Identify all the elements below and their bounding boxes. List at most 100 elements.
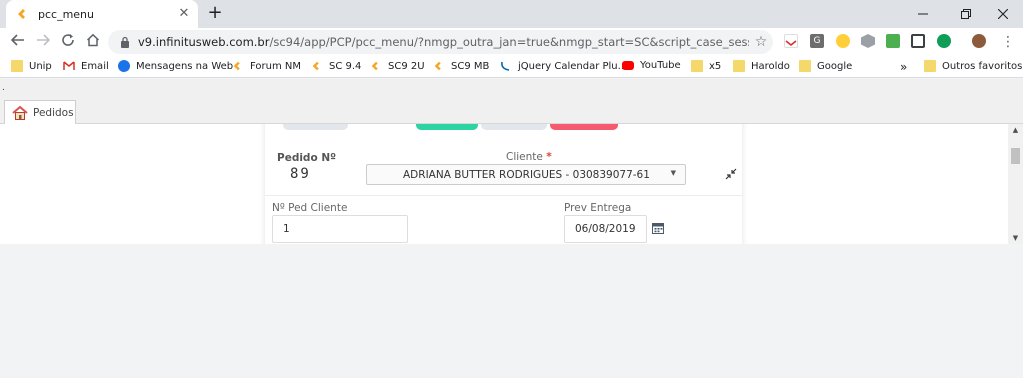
toolbar-button-red[interactable]: [550, 124, 618, 130]
toolbar-button-gray[interactable]: [283, 124, 348, 130]
required-marker: *: [546, 151, 552, 163]
bookmark-label: Forum NM: [250, 60, 301, 72]
bookmark-label: jQuery Calendar Plu...: [518, 60, 628, 72]
bookmark-label: Outros favoritos: [942, 60, 1023, 72]
url-text: v9.infinitusweb.com.br/sc94/app/PCP/pcc_…: [138, 35, 749, 49]
bookmark-item[interactable]: x5: [691, 60, 721, 72]
jquery-icon: [500, 60, 512, 72]
home-icon: [12, 105, 28, 120]
messages-icon: [118, 60, 130, 72]
bookmark-item[interactable]: SC 9.4: [311, 60, 361, 72]
bookmark-item[interactable]: Haroldo: [733, 60, 790, 72]
bookmark-label: Mensagens na Web: [136, 60, 234, 72]
cliente-select-value: ADRIANA BUTTER RODRIGUES - 030839077-61: [403, 168, 650, 181]
bookmark-star-icon[interactable]: ☆: [749, 34, 773, 50]
browser-tab[interactable]: pcc_menu ✕: [6, 0, 198, 28]
bookmark-label: YouTube: [640, 60, 681, 71]
prev-entrega-input[interactable]: 06/08/2019: [564, 215, 647, 243]
chrome-menu-icon[interactable]: ⋮: [998, 32, 1018, 52]
avatar[interactable]: [972, 34, 986, 48]
bookmark-label: Email: [81, 60, 109, 72]
tab-title: pcc_menu: [38, 7, 95, 21]
gmail-extension-icon[interactable]: [784, 34, 798, 48]
divider: [265, 195, 742, 196]
reload-icon[interactable]: [58, 32, 78, 52]
toolbar-button-gray[interactable]: [481, 124, 547, 130]
folder-icon: [733, 60, 745, 72]
gmail-icon: [63, 60, 75, 72]
app-header: . Pedidos: [0, 79, 1023, 124]
vertical-scrollbar[interactable]: ▲ ▼: [1008, 124, 1023, 244]
capture-extension-icon[interactable]: [911, 34, 925, 48]
url-path: /sc94/app/PCP/pcc_menu/?nmgp_outra_jan=t…: [269, 35, 749, 49]
folder-icon: [924, 60, 936, 72]
bookmark-item[interactable]: Mensagens na Web: [118, 60, 233, 72]
pedido-value: 89: [290, 166, 311, 182]
bookmark-label: SC 9.4: [329, 60, 362, 72]
bookmark-label: Haroldo: [751, 60, 790, 72]
form-content: Pedido Nº 89 Cliente * ADRIANA BUTTER RO…: [0, 124, 1008, 244]
browser-toolbar: v9.infinitusweb.com.br/sc94/app/PCP/pcc_…: [0, 28, 1023, 56]
scroll-thumb[interactable]: [1011, 148, 1020, 164]
bookmark-item[interactable]: Email: [63, 60, 109, 72]
address-bar[interactable]: v9.infinitusweb.com.br/sc94/app/PCP/pcc_…: [108, 30, 773, 54]
scriptcase-icon: [433, 60, 445, 72]
nped-label: Nº Ped Cliente: [272, 202, 348, 214]
other-bookmarks[interactable]: Outros favoritos: [924, 60, 1022, 72]
collapse-icon[interactable]: [725, 168, 737, 180]
pedido-label: Pedido Nº: [277, 152, 337, 164]
cliente-select[interactable]: ADRIANA BUTTER RODRIGUES - 030839077-61 …: [366, 164, 686, 185]
bookmark-item[interactable]: YouTube: [622, 60, 681, 71]
youtube-icon: [622, 61, 634, 70]
prev-entrega-label: Prev Entrega: [564, 202, 632, 214]
folder-icon: [11, 60, 23, 72]
cube-extension-icon[interactable]: [861, 34, 875, 48]
new-tab-button[interactable]: +: [205, 3, 225, 23]
bookmarks-overflow-button[interactable]: »: [900, 60, 907, 74]
cliente-label: Cliente *: [506, 151, 552, 163]
nped-input[interactable]: 1: [272, 215, 408, 243]
bookmark-item[interactable]: jQuery Calendar Plu...: [500, 60, 627, 72]
web-page: . Pedidos Pedido Nº 89 Cliente * ADRIANA…: [0, 79, 1023, 244]
bookmark-item[interactable]: Forum NM: [232, 60, 301, 72]
back-arrow-icon[interactable]: [8, 32, 28, 52]
bookmarks-bar: Unip Email Mensagens na Web Forum NM SC …: [0, 56, 1023, 78]
home-icon[interactable]: [83, 32, 103, 52]
g-extension-icon[interactable]: G: [810, 34, 824, 48]
app-dot: .: [2, 83, 5, 93]
pen-extension-icon[interactable]: [836, 34, 850, 48]
scriptcase-icon: [232, 60, 244, 72]
tab-strip: pcc_menu ✕ +: [0, 0, 1023, 28]
tab-pedidos-label: Pedidos: [33, 106, 74, 119]
tab-pedidos[interactable]: Pedidos: [4, 100, 76, 124]
green-extension-icon[interactable]: [937, 34, 951, 48]
bookmark-item[interactable]: SC9 MB: [433, 60, 489, 72]
scriptcase-icon: [311, 60, 323, 72]
scriptcase-icon: [370, 60, 382, 72]
scriptcase-icon: [18, 9, 28, 19]
bookmark-label: Google: [817, 60, 853, 72]
bookmark-item[interactable]: Google: [799, 60, 852, 72]
scroll-up-icon[interactable]: ▲: [1008, 124, 1023, 136]
sheets-extension-icon[interactable]: [886, 34, 900, 48]
folder-icon: [691, 60, 703, 72]
bookmark-item[interactable]: Unip: [11, 60, 52, 72]
folder-icon: [799, 60, 811, 72]
tab-close-icon[interactable]: ✕: [176, 6, 192, 22]
form-panel: Pedido Nº 89 Cliente * ADRIANA BUTTER RO…: [265, 124, 742, 244]
minimize-icon[interactable]: [903, 0, 943, 28]
bookmark-label: x5: [709, 60, 722, 72]
lock-icon: [121, 36, 129, 48]
calendar-icon[interactable]: [652, 222, 664, 234]
caret-down-icon: ▼: [670, 169, 676, 177]
url-host: v9.infinitusweb.com.br: [138, 35, 270, 49]
close-window-icon[interactable]: [983, 0, 1023, 28]
forward-arrow-icon[interactable]: [33, 32, 53, 52]
scroll-down-icon[interactable]: ▼: [1008, 232, 1023, 244]
toolbar-button-green[interactable]: [416, 124, 478, 130]
bookmark-label: Unip: [29, 60, 52, 72]
bookmark-item[interactable]: SC9 2U: [370, 60, 425, 72]
bookmark-label: SC9 MB: [451, 60, 490, 72]
restore-icon[interactable]: [946, 0, 986, 28]
cliente-label-text: Cliente: [506, 151, 543, 163]
